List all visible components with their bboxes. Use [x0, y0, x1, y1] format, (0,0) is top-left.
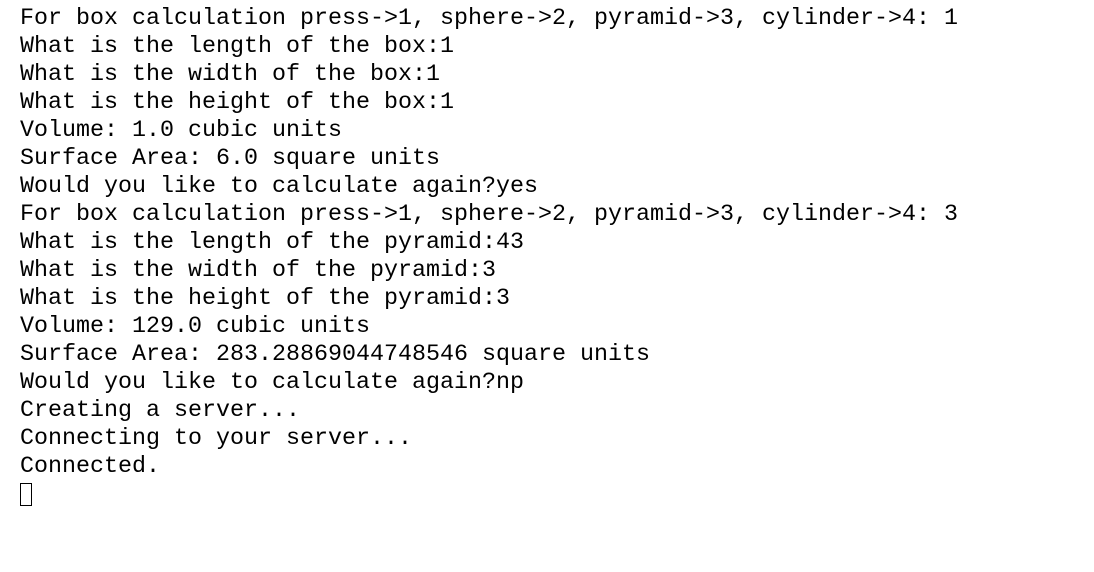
output-line: What is the width of the box:1: [20, 62, 440, 88]
terminal-output: For box calculation press->1, sphere->2,…: [20, 5, 1094, 509]
output-line: Volume: 129.0 cubic units: [20, 314, 370, 340]
input-line[interactable]: [20, 481, 1094, 509]
output-line: What is the width of the pyramid:3: [20, 258, 496, 284]
terminal-window[interactable]: { "terminal": { "lines": [ "For box calc…: [0, 0, 1094, 572]
output-line: Creating a server...: [20, 398, 300, 424]
output-line: Would you like to calculate again?np: [20, 370, 524, 396]
output-line: For box calculation press->1, sphere->2,…: [20, 6, 958, 32]
output-line: Connecting to your server...: [20, 426, 412, 452]
output-line: What is the length of the pyramid:43: [20, 230, 524, 256]
output-line: Volume: 1.0 cubic units: [20, 118, 342, 144]
output-line: What is the height of the box:1: [20, 90, 454, 116]
text-cursor[interactable]: [20, 483, 32, 506]
output-line: What is the length of the box:1: [20, 34, 454, 60]
output-line: Would you like to calculate again?yes: [20, 174, 538, 200]
output-line: Surface Area: 283.28869044748546 square …: [20, 342, 650, 368]
output-line: Surface Area: 6.0 square units: [20, 146, 440, 172]
output-line: What is the height of the pyramid:3: [20, 286, 510, 312]
output-line: Connected.: [20, 454, 160, 480]
output-line: For box calculation press->1, sphere->2,…: [20, 202, 958, 228]
